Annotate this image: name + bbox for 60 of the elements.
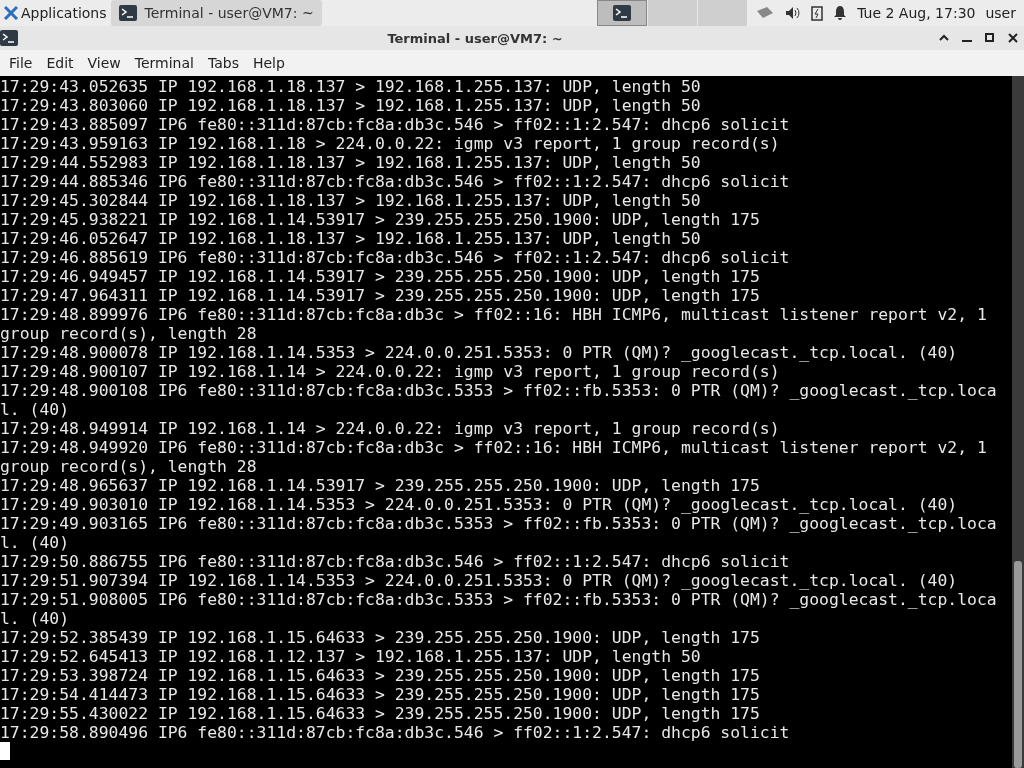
close-icon xyxy=(1007,33,1018,43)
terminal-line: 17:29:58.890496 IP6 fe80::311d:87cb:fc8a:db3c.546 > ff02::1:2.547: dhcp6 solicit xyxy=(0,723,791,742)
terminal-icon xyxy=(0,30,18,46)
volume-icon[interactable] xyxy=(785,6,802,20)
terminal-icon xyxy=(613,5,632,21)
terminal-line: 17:29:45.302844 IP 192.168.1.18.137 > 192.168.1.255.137: UDP, length 50 xyxy=(0,191,702,210)
terminal-line: 17:29:49.903165 IP6 fe80::311d:87cb:fc8a:db3c.5353 > ff02::fb.5353: 0 PTR (QM)? _googlecast._tcp.loca xyxy=(0,514,998,533)
menu-item[interactable]: Tabs xyxy=(200,50,246,76)
network-icon[interactable] xyxy=(755,5,776,21)
window-title: Terminal - user@VM7: ~ xyxy=(386,30,564,46)
terminal-line: 17:29:43.885097 IP6 fe80::311d:87cb:fc8a:db3c.546 > ff02::1:2.547: dhcp6 solicit xyxy=(0,115,791,134)
terminal-line: 17:29:55.430022 IP 192.168.1.15.64633 > 239.255.255.250.1900: UDP, length 175 xyxy=(0,704,761,723)
bell-icon[interactable] xyxy=(833,5,848,21)
taskbar-button[interactable]: Terminal - user@VM7: ~ xyxy=(110,0,322,26)
terminal-line: group record(s), length 28 xyxy=(0,324,258,343)
terminal-line: 17:29:50.886755 IP6 fe80::311d:87cb:fc8a:db3c.546 > ff02::1:2.547: dhcp6 solicit xyxy=(0,552,791,571)
terminal-line: 17:29:48.900107 IP 192.168.1.14 > 224.0.0.22: igmp v3 report, 1 group record(s) xyxy=(0,362,781,381)
terminal-icon xyxy=(118,5,137,21)
terminal-line: 17:29:51.907394 IP 192.168.1.14.5353 > 224.0.0.251.5353: 0 PTR (QM)? _googlecast._tcp.local. (40) xyxy=(0,571,959,590)
terminal-line: 17:29:43.052635 IP 192.168.1.18.137 > 192.168.1.255.137: UDP, length 50 xyxy=(0,77,702,96)
battery-icon[interactable] xyxy=(811,5,824,21)
applications-menu[interactable]: Applications xyxy=(0,0,111,26)
caret-up-icon xyxy=(938,34,949,42)
terminal-line: 17:29:48.949914 IP 192.168.1.14 > 224.0.0.22: igmp v3 report, 1 group record(s) xyxy=(0,419,781,438)
terminal-line: 17:29:44.885346 IP6 fe80::311d:87cb:fc8a:db3c.546 > ff02::1:2.547: dhcp6 solicit xyxy=(0,172,791,191)
terminal-line: 17:29:52.645413 IP 192.168.1.12.137 > 192.168.1.255.137: UDP, length 50 xyxy=(0,647,702,666)
terminal-line: 17:29:48.900078 IP 192.168.1.14.5353 > 224.0.0.251.5353: 0 PTR (QM)? _googlecast._tcp.local. (40) xyxy=(0,343,959,362)
terminal-line: 17:29:46.949457 IP 192.168.1.14.53917 > 239.255.255.250.1900: UDP, length 175 xyxy=(0,267,761,286)
logo-icon xyxy=(4,6,18,20)
menu-item[interactable]: Edit xyxy=(39,50,81,76)
terminal-line: l. (40) xyxy=(0,400,71,419)
terminal-line: 17:29:45.938221 IP 192.168.1.14.53917 > 239.255.255.250.1900: UDP, length 175 xyxy=(0,210,761,229)
menu-item[interactable]: Terminal xyxy=(127,50,201,76)
workspace-button[interactable] xyxy=(597,0,648,26)
terminal-line: 17:29:54.414473 IP 192.168.1.15.64633 > 239.255.255.250.1900: UDP, length 175 xyxy=(0,685,761,704)
terminal-line: 17:29:48.965637 IP 192.168.1.14.53917 > 239.255.255.250.1900: UDP, length 175 xyxy=(0,476,761,495)
terminal-line: 17:29:48.949920 IP6 fe80::311d:87cb:fc8a:db3c > ff02::16: HBH ICMP6, multicast listener report v2, 1 xyxy=(0,438,988,457)
menu-item[interactable]: File xyxy=(2,50,40,76)
clock[interactable]: Tue 2 Aug, 17:30 xyxy=(857,5,976,21)
user-menu[interactable]: user xyxy=(985,5,1016,21)
terminal-line: 17:29:52.385439 IP 192.168.1.15.64633 > 239.255.255.250.1900: UDP, length 175 xyxy=(0,628,761,647)
terminal-line: 17:29:43.959163 IP 192.168.1.18 > 224.0.0.22: igmp v3 report, 1 group record(s) xyxy=(0,134,781,153)
terminal-line: 17:29:51.908005 IP6 fe80::311d:87cb:fc8a:db3c.5353 > ff02::fb.5353: 0 PTR (QM)? _googlecast._tcp.loca xyxy=(0,590,998,609)
terminal-line: l. (40) xyxy=(0,609,71,628)
terminal-line: group record(s), length 28 xyxy=(0,457,258,476)
terminal-line: 17:29:48.900108 IP6 fe80::311d:87cb:fc8a:db3c.5353 > ff02::fb.5353: 0 PTR (QM)? _googlecast._tcp.loca xyxy=(0,381,998,400)
terminal-line: 17:29:47.964311 IP 192.168.1.14.53917 > 239.255.255.250.1900: UDP, length 175 xyxy=(0,286,761,305)
maximize-icon xyxy=(984,33,995,43)
terminal-line: 17:29:44.552983 IP 192.168.1.18.137 > 192.168.1.255.137: UDP, length 50 xyxy=(0,153,702,172)
terminal-line: 17:29:46.885619 IP6 fe80::311d:87cb:fc8a:db3c.546 > ff02::1:2.547: dhcp6 solicit xyxy=(0,248,791,267)
terminal-line: 17:29:48.899976 IP6 fe80::311d:87cb:fc8a:db3c > ff02::16: HBH ICMP6, multicast listener report v2, 1 xyxy=(0,305,988,324)
menu-item[interactable]: Help xyxy=(245,50,292,76)
menu-item[interactable]: View xyxy=(80,50,128,76)
terminal-line: 17:29:53.398724 IP 192.168.1.15.64633 > 239.255.255.250.1900: UDP, length 175 xyxy=(0,666,761,685)
scrollbar-thumb[interactable] xyxy=(1014,561,1022,768)
text-cursor xyxy=(0,742,10,760)
terminal-line: 17:29:46.052647 IP 192.168.1.18.137 > 192.168.1.255.137: UDP, length 50 xyxy=(0,229,702,248)
terminal-line: 17:29:49.903010 IP 192.168.1.14.5353 > 224.0.0.251.5353: 0 PTR (QM)? _googlecast._tcp.local. (40) xyxy=(0,495,959,514)
terminal-line: l. (40) xyxy=(0,533,71,552)
terminal-line: 17:29:43.803060 IP 192.168.1.18.137 > 192.168.1.255.137: UDP, length 50 xyxy=(0,96,702,115)
